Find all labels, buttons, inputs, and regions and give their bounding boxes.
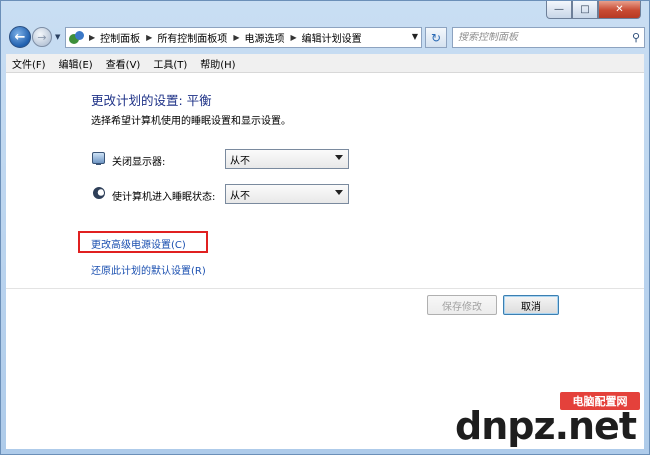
- divider: [6, 288, 644, 289]
- dropdown-arrow-icon: [335, 190, 343, 195]
- setting-label-display-off: 关闭显示器:: [112, 157, 166, 168]
- control-panel-icon: [69, 30, 85, 45]
- search-input[interactable]: [458, 32, 618, 43]
- sleep-select[interactable]: 从不: [225, 184, 349, 204]
- dropdown-arrow-icon: [335, 155, 343, 160]
- page-subtitle: 选择希望计算机使用的睡眠设置和显示设置。: [91, 116, 291, 127]
- arrow-left-icon: ←: [14, 29, 26, 45]
- breadcrumb-control-panel[interactable]: 控制面板: [100, 30, 140, 45]
- caption-buttons: — □ ✕: [546, 1, 641, 20]
- address-row: ← → ▼ ▶ 控制面板 ▶ 所有控制面板项 ▶ 电源选项 ▶ 编辑计划设置 ▼…: [7, 25, 645, 51]
- restore-defaults-link[interactable]: 还原此计划的默认设置(R): [91, 262, 206, 277]
- display-off-select[interactable]: 从不: [225, 149, 349, 169]
- menu-bar: 文件(F) 编辑(E) 查看(V) 工具(T) 帮助(H): [6, 54, 644, 73]
- monitor-icon: [92, 152, 105, 165]
- maximize-button[interactable]: □: [572, 1, 598, 19]
- page-title: 更改计划的设置: 平衡: [91, 93, 212, 108]
- breadcrumb-edit-plan[interactable]: 编辑计划设置: [302, 30, 362, 45]
- minimize-button[interactable]: —: [546, 1, 572, 19]
- breadcrumb-separator-icon[interactable]: ▶: [290, 33, 296, 42]
- close-button[interactable]: ✕: [598, 1, 641, 19]
- recent-pages-dropdown[interactable]: ▼: [55, 33, 63, 41]
- address-dropdown-icon[interactable]: ▼: [412, 32, 418, 41]
- menu-help[interactable]: 帮助(H): [200, 56, 235, 71]
- forward-button[interactable]: →: [32, 27, 52, 47]
- breadcrumb-all-items[interactable]: 所有控制面板项: [157, 30, 227, 45]
- back-button[interactable]: ←: [9, 26, 31, 48]
- arrow-right-icon: →: [37, 30, 47, 44]
- advanced-power-settings-link[interactable]: 更改高级电源设置(C): [91, 236, 186, 251]
- breadcrumb-power-options[interactable]: 电源选项: [244, 30, 284, 45]
- sleep-value: 从不: [230, 190, 250, 202]
- breadcrumb-separator-icon[interactable]: ▶: [233, 33, 239, 42]
- control-panel-window: — □ ✕ ← → ▼ ▶ 控制面板 ▶ 所有控制面板项 ▶ 电源选项 ▶ 编辑…: [0, 0, 650, 455]
- search-icon[interactable]: ⚲: [632, 31, 640, 44]
- content-pane: 更改计划的设置: 平衡 选择希望计算机使用的睡眠设置和显示设置。 关闭显示器: …: [6, 73, 644, 449]
- watermark-text: dnpz.net: [455, 404, 637, 448]
- display-off-value: 从不: [230, 155, 250, 167]
- moon-icon: [93, 187, 105, 199]
- chevron-down-icon: ▼: [55, 33, 61, 41]
- search-box[interactable]: ⚲: [452, 27, 645, 48]
- watermark-logo: 电脑配置网 dnpz.net: [455, 390, 640, 445]
- cancel-button[interactable]: 取消: [503, 295, 559, 315]
- save-changes-button[interactable]: 保存修改: [427, 295, 497, 315]
- address-bar[interactable]: ▶ 控制面板 ▶ 所有控制面板项 ▶ 电源选项 ▶ 编辑计划设置 ▼: [65, 27, 422, 48]
- menu-tools[interactable]: 工具(T): [153, 56, 187, 71]
- menu-edit[interactable]: 编辑(E): [59, 56, 93, 71]
- menu-file[interactable]: 文件(F): [12, 56, 46, 71]
- setting-label-sleep: 使计算机进入睡眠状态:: [112, 192, 216, 203]
- menu-view[interactable]: 查看(V): [106, 56, 141, 71]
- breadcrumb-separator-icon[interactable]: ▶: [146, 33, 152, 42]
- breadcrumb-separator-icon[interactable]: ▶: [89, 33, 95, 42]
- refresh-button[interactable]: ↻: [425, 27, 447, 48]
- refresh-icon: ↻: [430, 30, 442, 45]
